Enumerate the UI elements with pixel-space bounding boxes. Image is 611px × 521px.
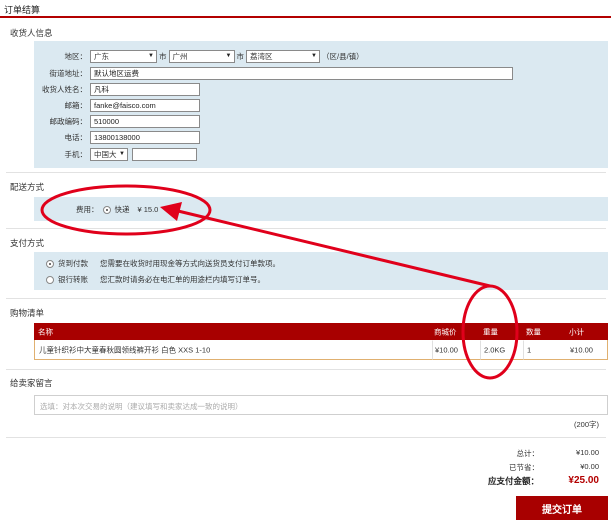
district-prefix: 市	[236, 51, 245, 61]
postcode-label: 邮政编码：	[49, 116, 88, 126]
phone-input[interactable]: 13800138000	[90, 130, 200, 144]
column-divider	[432, 340, 433, 359]
table-row: 儿童针织衫中大童春秋圆领线裤开衫 白色 XXS 1-10 ¥10.00 2.0K…	[34, 340, 608, 360]
payment-option-desc: 您需要在收货时用现金等方式向送货员支付订单款项。	[100, 259, 280, 268]
mobile-label: 手机：	[64, 149, 88, 159]
mobile-row: 手机： 中国大 ▼	[34, 147, 197, 161]
province-select[interactable]: 广东 ▼	[90, 49, 157, 63]
section-divider	[6, 172, 606, 173]
email-row: 邮箱： fanke@faisco.com	[34, 98, 200, 112]
summary-payable-row: 应支付金额： ¥25.00	[459, 475, 599, 487]
cart-item-name[interactable]: 儿童针织衫中大童春秋圆领线裤开衫 白色 XXS 1-10	[39, 344, 210, 355]
cart-item-weight: 2.0KG	[484, 345, 506, 354]
city-value: 广州	[172, 51, 188, 61]
postcode-row: 邮政编码： 510000	[34, 114, 200, 128]
payment-option-cod[interactable]: 货到付款 您需要在收货时用现金等方式向送货员支付订单款项。	[46, 258, 280, 269]
submit-order-button[interactable]: 提交订单	[516, 496, 608, 520]
name-input[interactable]: 凡科	[90, 82, 200, 96]
column-divider	[480, 340, 481, 359]
cart-table-header: 名称 商城价 重量 数量 小计	[34, 323, 608, 340]
postcode-input[interactable]: 510000	[90, 114, 200, 128]
street-label: 街道地址：	[49, 68, 88, 78]
payment-option-name: 货到付款	[58, 259, 88, 268]
district-select[interactable]: 荔湾区 ▼	[246, 49, 320, 63]
section-divider	[6, 369, 606, 370]
page-title: 订单结算	[4, 5, 41, 15]
order-checkout-page: 订单结算 收货人信息 地区： 广东 ▼ 市 广州 ▼ 市 荔湾区 ▼ （区/县/…	[0, 0, 611, 521]
shipping-price: ¥ 15.0	[137, 205, 159, 214]
country-value: 中国大	[94, 149, 117, 159]
summary-total-value: ¥10.00	[576, 448, 599, 457]
name-label: 收货人姓名：	[42, 84, 87, 94]
country-select[interactable]: 中国大 ▼	[90, 147, 128, 161]
section-divider	[6, 228, 606, 229]
cart-col-name: 名称	[38, 327, 53, 336]
payment-option-name: 银行转账	[58, 275, 88, 284]
email-label: 邮箱：	[64, 100, 88, 110]
city-select[interactable]: 广州 ▼	[168, 49, 235, 63]
payment-radio-cod[interactable]	[46, 259, 54, 268]
shipping-option-row: 费用： 快递 ¥ 15.0	[76, 204, 158, 215]
summary-payable-value: ¥25.00	[568, 475, 599, 486]
cart-col-price: 商城价	[434, 327, 457, 336]
cart-section-title: 购物清单	[10, 308, 45, 318]
shipping-fee-label: 费用：	[76, 205, 99, 214]
summary-total-label: 总计：	[516, 449, 540, 458]
shipping-option-name: 快递	[114, 205, 130, 214]
cart-col-weight: 重量	[483, 327, 498, 336]
city-prefix: 市	[159, 51, 167, 61]
chevron-down-icon: ▼	[311, 53, 317, 59]
column-divider	[523, 340, 524, 359]
province-value: 广东	[94, 51, 109, 61]
memo-textarea[interactable]: 选填：对本次交易的说明（建议填写和卖家达成一致的说明）	[34, 395, 608, 415]
name-row: 收货人姓名： 凡科	[34, 82, 200, 96]
chevron-down-icon: ▼	[225, 53, 232, 59]
cart-item-price: ¥10.00	[435, 345, 458, 354]
memo-char-count: (200字)	[573, 420, 599, 429]
payment-option-desc: 您汇款时请务必在电汇单的用途栏内填写订单号。	[100, 275, 265, 284]
phone-label: 电话：	[64, 132, 88, 142]
summary-payable-label: 应支付金额：	[487, 476, 539, 486]
summary-total-row: 总计： ¥10.00	[459, 448, 600, 459]
summary-saved-row: 已节省： ¥0.00	[459, 462, 599, 473]
cart-col-subtotal: 小计	[569, 327, 584, 336]
email-input[interactable]: fanke@faisco.com	[90, 98, 200, 112]
chevron-down-icon: ▼	[119, 151, 125, 157]
cart-col-qty: 数量	[526, 327, 541, 336]
title-rule	[0, 16, 611, 18]
chevron-down-icon: ▼	[148, 53, 154, 59]
cart-item-qty: 1	[527, 345, 532, 354]
receiver-section-title: 收货人信息	[10, 28, 53, 38]
district-value: 荔湾区	[250, 51, 273, 61]
cart-item-subtotal: ¥10.00	[570, 345, 593, 354]
phone-row: 电话： 13800138000	[34, 130, 200, 144]
street-input[interactable]: 默认地区运费	[90, 66, 513, 80]
memo-section-title: 给卖家留言	[10, 378, 53, 388]
region-label: 地区：	[64, 51, 88, 61]
payment-radio-bank[interactable]	[46, 275, 54, 284]
section-divider	[6, 298, 606, 299]
summary-saved-value: ¥0.00	[580, 462, 599, 471]
street-row: 街道地址： 默认地区运费	[34, 66, 513, 80]
payment-section-title: 支付方式	[10, 238, 45, 248]
region-row: 地区： 广东 ▼ 市 广州 ▼ 市 荔湾区 ▼ （区/县/镇）	[34, 49, 366, 63]
mobile-input[interactable]	[132, 147, 197, 161]
payment-option-bank[interactable]: 银行转账 您汇款时请务必在电汇单的用途栏内填写订单号。	[46, 274, 265, 285]
section-divider	[6, 437, 606, 438]
region-suffix: （区/县/镇）	[322, 51, 364, 61]
shipping-section-title: 配送方式	[10, 182, 45, 192]
shipping-radio[interactable]	[102, 205, 111, 214]
summary-saved-label: 已节省：	[509, 463, 539, 472]
